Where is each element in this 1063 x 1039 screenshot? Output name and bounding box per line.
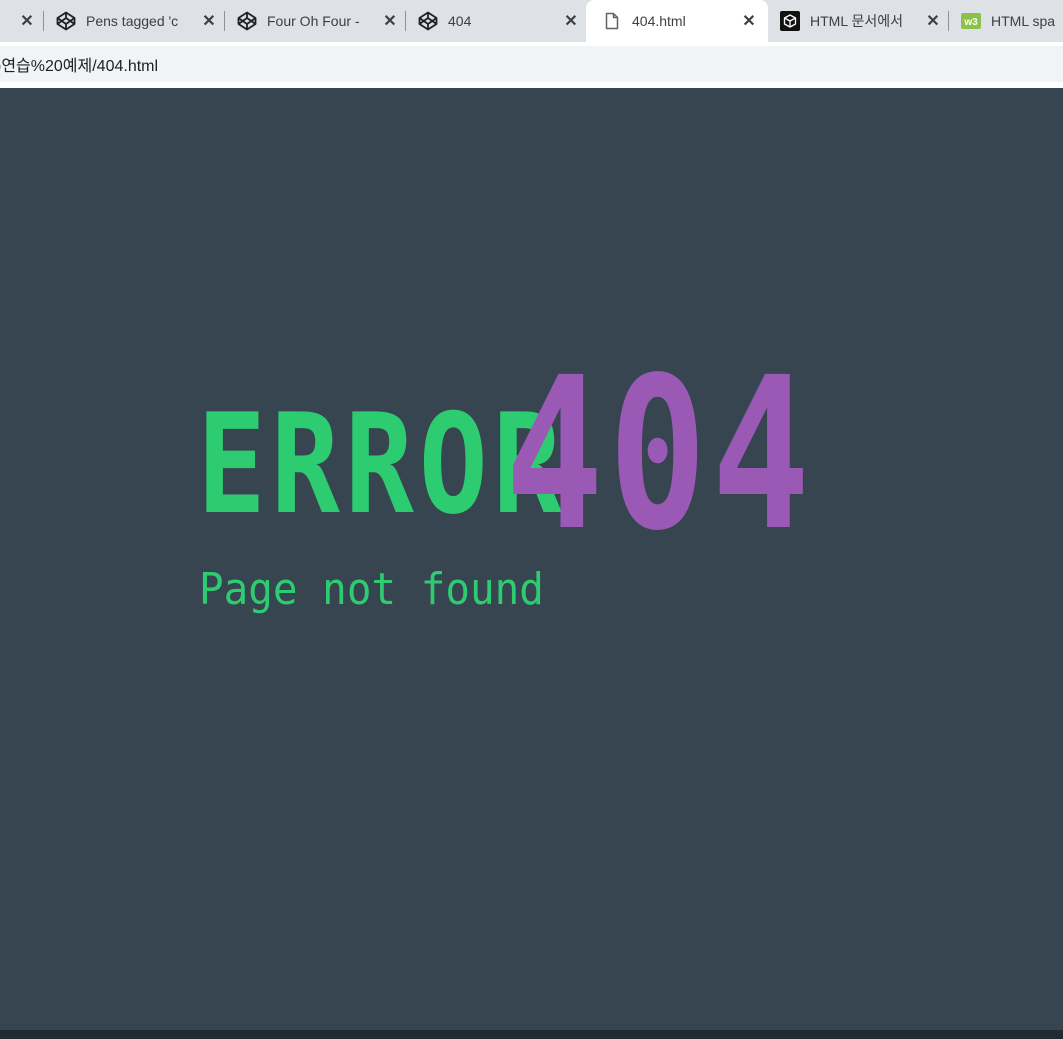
tab-title: Four Oh Four - [267, 13, 360, 29]
codepen-icon [56, 11, 76, 31]
tab-html-spa[interactable]: w3 HTML spa [949, 0, 1063, 42]
close-icon[interactable]: ✕ [740, 12, 758, 30]
address-bar[interactable]: )연습%20예제/404.html [0, 46, 1063, 82]
address-text[interactable]: )연습%20예제/404.html [0, 52, 158, 76]
close-icon[interactable]: ✕ [381, 12, 399, 30]
tab-title: Pens tagged 'c [86, 13, 179, 29]
bottom-edge [0, 1030, 1063, 1039]
browser-toolbar: )연습%20예제/404.html [0, 42, 1063, 88]
codepen-icon [418, 11, 438, 31]
tab-strip: ✕ Pens tagged 'c ✕ Four Oh Four - ✕ 404 … [0, 0, 1063, 42]
codepen-icon [237, 11, 257, 31]
tab-html-doc[interactable]: HTML 문서에서 ✕ [768, 0, 948, 42]
tab-four-oh-four[interactable]: Four Oh Four - ✕ [225, 0, 405, 42]
tab-title: HTML 문서에서 [810, 13, 904, 29]
tab-404-html-active[interactable]: 404.html ✕ [586, 0, 768, 42]
page-viewport: ERROR 404 Page not found [0, 88, 1063, 1030]
file-icon [602, 11, 622, 31]
box-icon [780, 11, 800, 31]
tab-title: 404 [448, 13, 472, 29]
tab-title: HTML spa [991, 13, 1056, 29]
svg-text:w3: w3 [963, 17, 978, 28]
tab-title: 404.html [632, 13, 686, 29]
error-message: Page not found [199, 564, 544, 615]
close-icon[interactable]: ✕ [18, 12, 36, 30]
tab-404[interactable]: 404 ✕ [406, 0, 586, 42]
close-icon[interactable]: ✕ [924, 12, 942, 30]
tab-pens-tagged[interactable]: Pens tagged 'c ✕ [44, 0, 224, 42]
close-icon[interactable]: ✕ [200, 12, 218, 30]
close-icon[interactable]: ✕ [562, 12, 580, 30]
tab-partial[interactable]: ✕ [0, 0, 42, 42]
error-code: 404 [505, 332, 815, 577]
w3-icon: w3 [961, 11, 981, 31]
